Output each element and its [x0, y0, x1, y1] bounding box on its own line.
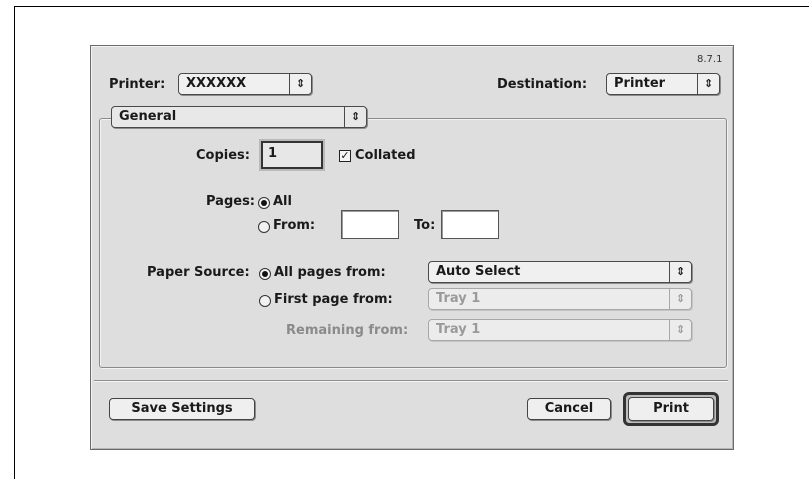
copies-label: Copies: — [196, 148, 250, 163]
printer-popup-value: XXXXXX — [186, 76, 247, 91]
destination-popup-value: Printer — [614, 76, 666, 91]
panel-popup[interactable]: General ⇕ — [111, 106, 367, 128]
all-pages-from-label: All pages from: — [274, 265, 386, 280]
pages-from-field[interactable] — [341, 210, 399, 239]
copies-value: 1 — [268, 146, 278, 161]
frame-border-top — [14, 6, 809, 7]
collated-checkbox[interactable]: ✓ — [339, 150, 351, 162]
up-down-arrows-icon: ⇕ — [289, 74, 311, 94]
all-pages-from-radio[interactable] — [259, 268, 271, 280]
remaining-from-popup[interactable]: Tray 1 ⇕ — [428, 319, 692, 341]
remaining-from-value: Tray 1 — [436, 322, 481, 337]
first-page-from-label: First page from: — [274, 292, 393, 307]
print-button[interactable]: Print — [628, 397, 714, 421]
print-dialog: 8.7.1 Printer: XXXXXX ⇕ Destination: Pri… — [90, 45, 734, 450]
pages-all-radio[interactable] — [258, 197, 270, 209]
pages-from-radio[interactable] — [258, 221, 270, 233]
up-down-arrows-icon: ⇕ — [669, 320, 691, 340]
button-area-separator — [94, 380, 728, 382]
all-pages-from-popup[interactable]: Auto Select ⇕ — [428, 261, 692, 283]
up-down-arrows-icon: ⇕ — [669, 289, 691, 309]
remaining-from-label: Remaining from: — [286, 323, 409, 338]
printer-popup[interactable]: XXXXXX ⇕ — [178, 73, 312, 95]
up-down-arrows-icon: ⇕ — [697, 74, 719, 94]
first-page-from-popup[interactable]: Tray 1 ⇕ — [428, 288, 692, 310]
panel-popup-value: General — [119, 109, 177, 124]
pages-all-label: All — [273, 194, 292, 209]
copies-field[interactable]: 1 — [261, 141, 323, 169]
first-page-from-radio[interactable] — [259, 295, 271, 307]
destination-label: Destination: — [497, 77, 588, 92]
pages-to-field[interactable] — [441, 210, 499, 239]
frame-border-left — [14, 6, 15, 479]
up-down-arrows-icon: ⇕ — [669, 262, 691, 282]
all-pages-from-value: Auto Select — [436, 264, 521, 279]
pages-label: Pages: — [206, 194, 256, 209]
printer-label: Printer: — [109, 77, 166, 92]
collated-label: Collated — [355, 148, 416, 163]
checkmark-icon: ✓ — [340, 149, 350, 162]
paper-source-label: Paper Source: — [147, 265, 250, 280]
version-label: 8.7.1 — [697, 54, 723, 65]
up-down-arrows-icon: ⇕ — [344, 107, 366, 127]
pages-to-label: To: — [414, 218, 436, 233]
save-settings-button[interactable]: Save Settings — [109, 398, 255, 420]
pages-from-label: From: — [273, 218, 316, 233]
destination-popup[interactable]: Printer ⇕ — [606, 73, 720, 95]
first-page-from-value: Tray 1 — [436, 291, 481, 306]
cancel-button[interactable]: Cancel — [527, 398, 611, 420]
